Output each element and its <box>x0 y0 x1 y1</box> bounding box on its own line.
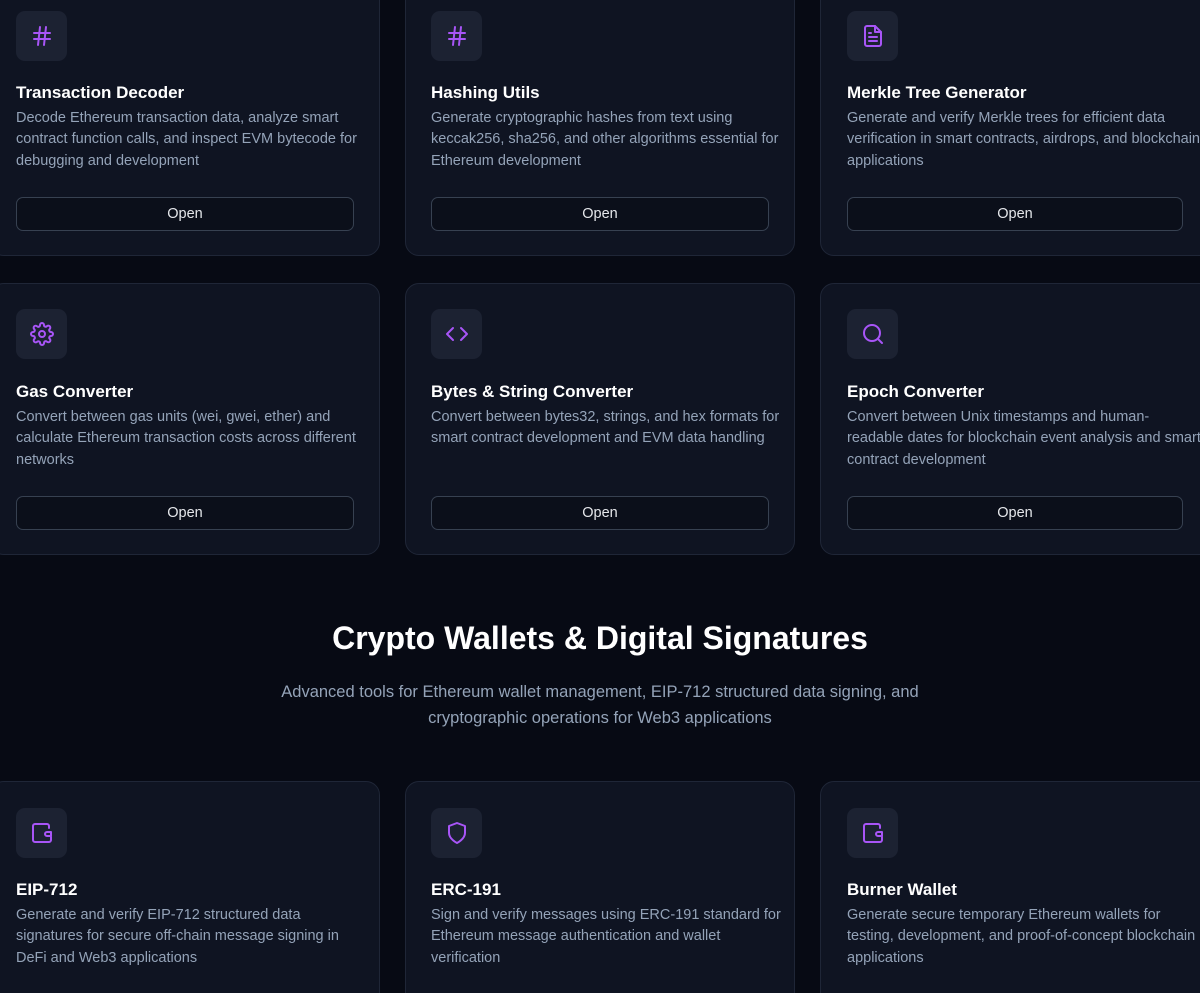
wallet-card-eip-712: EIP-712 Generate and verify EIP-712 stru… <box>0 781 380 993</box>
card-title: ERC-191 <box>431 880 501 899</box>
card-title: Hashing Utils <box>431 83 540 102</box>
tool-card-transaction-decoder: Transaction Decoder Decode Ethereum tran… <box>0 0 380 256</box>
card-description: Convert between bytes32, strings, and he… <box>431 409 780 447</box>
open-button[interactable]: Open <box>431 496 769 530</box>
card-description: Convert between Unix timestamps and huma… <box>847 409 1200 468</box>
tool-card-epoch-converter: Epoch Converter Convert between Unix tim… <box>820 283 1200 555</box>
tool-card-gas-converter: Gas Converter Convert between gas units … <box>0 283 380 555</box>
section-subtitle: Advanced tools for Ethereum wallet manag… <box>250 679 950 731</box>
card-title: EIP-712 <box>16 880 78 899</box>
file-text-icon <box>847 11 898 61</box>
gear-icon <box>16 309 67 359</box>
tool-card-merkle-tree-generator: Merkle Tree Generator Generate and verif… <box>820 0 1200 256</box>
card-title: Transaction Decoder <box>16 83 185 102</box>
tool-card-bytes-string-converter: Bytes & String Converter Convert between… <box>405 283 795 555</box>
page: Transaction Decoder Decode Ethereum tran… <box>0 0 1200 993</box>
card-description: Generate secure temporary Ethereum walle… <box>847 907 1196 966</box>
open-button[interactable]: Open <box>16 496 354 530</box>
section-subtitle-line: Advanced tools for Ethereum wallet manag… <box>281 683 919 701</box>
card-description: Generate cryptographic hashes from text … <box>431 110 779 169</box>
open-button[interactable]: Open <box>16 197 354 231</box>
card-title: Gas Converter <box>16 382 134 401</box>
open-button[interactable]: Open <box>847 496 1183 530</box>
card-description: Generate and verify Merkle trees for eff… <box>847 110 1200 169</box>
tool-card-hashing-utils: Hashing Utils Generate cryptographic has… <box>405 0 795 256</box>
wallet-card-burner-wallet: Burner Wallet Generate secure temporary … <box>820 781 1200 993</box>
card-description: Decode Ethereum transaction data, analyz… <box>16 110 357 169</box>
shield-icon <box>431 808 482 858</box>
wallet-card-erc-191: ERC-191 Sign and verify messages using E… <box>405 781 795 993</box>
section-title: Crypto Wallets & Digital Signatures <box>332 620 868 656</box>
card-title: Epoch Converter <box>847 382 984 401</box>
open-button[interactable]: Open <box>847 197 1183 231</box>
card-title: Burner Wallet <box>847 880 957 899</box>
card-description: Sign and verify messages using ERC-191 s… <box>431 907 781 966</box>
card-title: Merkle Tree Generator <box>847 83 1027 102</box>
card-title: Bytes & String Converter <box>431 382 634 401</box>
card-description: Convert between gas units (wei, gwei, et… <box>16 409 356 468</box>
wallet-icon <box>847 808 898 858</box>
wallet-icon <box>16 808 67 858</box>
section-subtitle-line: cryptographic operations for Web3 applic… <box>428 709 772 727</box>
hash-icon <box>431 11 482 61</box>
search-icon <box>847 309 898 359</box>
card-description: Generate and verify EIP-712 structured d… <box>16 907 339 966</box>
open-button[interactable]: Open <box>431 197 769 231</box>
hash-icon <box>16 11 67 61</box>
code-icon <box>431 309 482 359</box>
